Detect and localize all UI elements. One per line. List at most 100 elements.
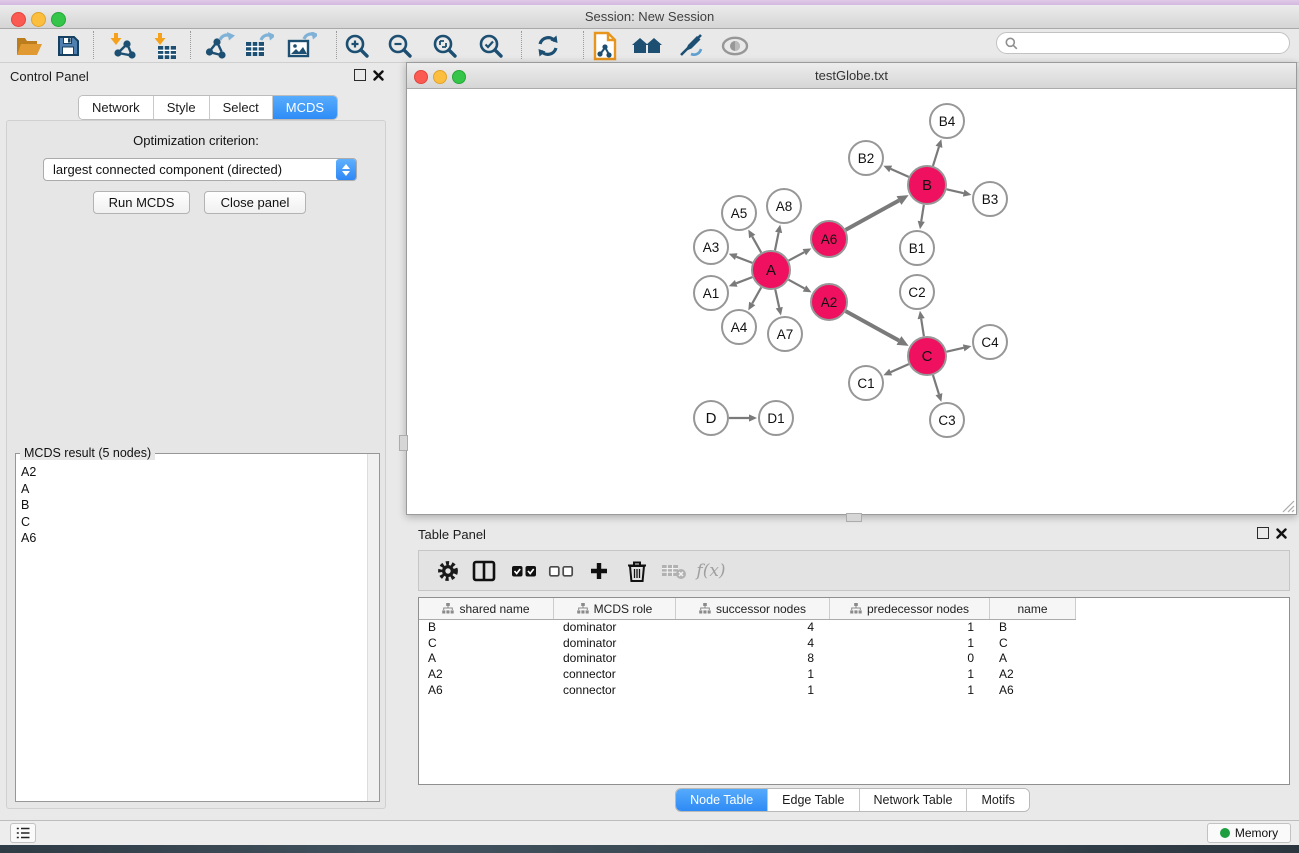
table-settings-gear-icon[interactable]	[432, 556, 464, 586]
graph-node-D1[interactable]: D1	[759, 401, 793, 435]
table-cell[interactable]: 1	[830, 620, 990, 634]
graph-node-A7[interactable]: A7	[768, 317, 802, 351]
table-cell[interactable]: connector	[554, 683, 676, 697]
cybrowser-home-icon[interactable]	[631, 31, 663, 61]
hide-annotations-icon[interactable]	[675, 31, 707, 61]
vertical-splitter-handle[interactable]	[399, 435, 408, 451]
table-cell[interactable]: C	[990, 636, 1076, 650]
graph-node-A6[interactable]: A6	[811, 221, 847, 257]
table-row[interactable]: Bdominator41B	[419, 619, 1289, 635]
memory-button[interactable]: Memory	[1207, 823, 1291, 843]
close-table-panel-icon[interactable]	[1276, 528, 1287, 539]
float-table-panel-icon[interactable]	[1257, 527, 1269, 539]
graph-node-A1[interactable]: A1	[694, 276, 728, 310]
graph-node-A3[interactable]: A3	[694, 230, 728, 264]
table-row[interactable]: A2connector11A2	[419, 666, 1289, 682]
new-network-from-selection-icon[interactable]	[589, 31, 621, 61]
delete-column-icon[interactable]	[621, 556, 653, 586]
graph-node-A[interactable]: A	[752, 251, 790, 289]
result-item[interactable]: A	[21, 481, 368, 498]
table-cell[interactable]: dominator	[554, 620, 676, 634]
table-cell[interactable]: dominator	[554, 636, 676, 650]
tab-motifs[interactable]: Motifs	[967, 789, 1028, 811]
deselect-all-rows-icon[interactable]	[545, 556, 577, 586]
table-cell[interactable]: A2	[419, 667, 554, 681]
search-input[interactable]	[1023, 35, 1289, 51]
graph-node-D[interactable]: D	[694, 401, 728, 435]
zoom-fit-icon[interactable]	[429, 31, 461, 61]
tab-network[interactable]: Network	[79, 96, 154, 119]
network-window-titlebar[interactable]: testGlobe.txt	[407, 63, 1296, 89]
edge-A-A5[interactable]	[752, 237, 761, 253]
edge-A2-C[interactable]	[846, 311, 899, 340]
table-row[interactable]: A6connector11A6	[419, 682, 1289, 698]
window-resize-grip[interactable]	[1282, 500, 1295, 513]
table-cell[interactable]: 8	[676, 651, 830, 665]
graph-node-A4[interactable]: A4	[722, 310, 756, 344]
graph-node-C[interactable]: C	[908, 337, 946, 375]
column-header-predecessor-nodes[interactable]: predecessor nodes	[830, 598, 990, 619]
tab-select[interactable]: Select	[210, 96, 273, 119]
table-cell[interactable]: C	[419, 636, 554, 650]
table-cell[interactable]: B	[990, 620, 1076, 634]
graph-node-B4[interactable]: B4	[930, 104, 964, 138]
table-cell[interactable]: dominator	[554, 651, 676, 665]
import-table-icon[interactable]	[149, 31, 181, 61]
edge-C-C2[interactable]	[921, 319, 924, 337]
tab-style[interactable]: Style	[154, 96, 210, 119]
table-cell[interactable]: B	[419, 620, 554, 634]
zoom-out-icon[interactable]	[384, 31, 416, 61]
refresh-network-view-icon[interactable]	[532, 31, 564, 61]
table-cell[interactable]: A	[990, 651, 1076, 665]
table-cell[interactable]: 1	[830, 636, 990, 650]
criterion-dropdown[interactable]: largest connected component (directed)	[43, 158, 357, 181]
graph-node-A5[interactable]: A5	[722, 196, 756, 230]
result-item[interactable]: A2	[21, 464, 368, 481]
tab-network-table[interactable]: Network Table	[860, 789, 968, 811]
network-canvas[interactable]: B4B2BB3A5A8A6A3B1AA1C2A2A4A7C4CC1C3DD1	[407, 89, 1296, 514]
table-row[interactable]: Adominator80A	[419, 650, 1289, 666]
export-image-icon[interactable]	[286, 31, 318, 61]
table-cell[interactable]: 0	[830, 651, 990, 665]
result-item[interactable]: B	[21, 497, 368, 514]
result-item[interactable]: A6	[21, 530, 368, 547]
edge-A-A4[interactable]	[752, 287, 761, 303]
column-header-shared-name[interactable]: shared name	[419, 598, 554, 619]
edge-B-B3[interactable]	[947, 189, 964, 193]
graph-node-A2[interactable]: A2	[811, 284, 847, 320]
edge-A-A7[interactable]	[775, 290, 779, 308]
tab-edge-table[interactable]: Edge Table	[768, 789, 859, 811]
tab-node-table[interactable]: Node Table	[676, 789, 768, 811]
table-cell[interactable]: 4	[676, 636, 830, 650]
show-graphics-details-icon[interactable]	[719, 31, 751, 61]
edge-A-A6[interactable]	[789, 252, 805, 260]
table-cell[interactable]: 1	[676, 667, 830, 681]
function-builder-icon[interactable]: f(x)	[695, 556, 727, 586]
table-cell[interactable]: A6	[419, 683, 554, 697]
search-field[interactable]	[996, 32, 1290, 54]
graph-node-B[interactable]: B	[908, 166, 946, 204]
table-cell[interactable]: 1	[676, 683, 830, 697]
open-session-icon[interactable]	[13, 31, 45, 61]
edge-B-B2[interactable]	[891, 169, 909, 177]
graph-node-C2[interactable]: C2	[900, 275, 934, 309]
table-row[interactable]: Cdominator41C	[419, 635, 1289, 651]
table-cell[interactable]: A6	[990, 683, 1076, 697]
edge-C-C1[interactable]	[891, 364, 909, 372]
save-session-icon[interactable]	[52, 31, 84, 61]
result-scrollbar[interactable]	[367, 454, 379, 801]
select-all-rows-icon[interactable]	[508, 556, 540, 586]
table-cell[interactable]: A2	[990, 667, 1076, 681]
add-column-icon[interactable]	[583, 556, 615, 586]
edge-A-A3[interactable]	[736, 257, 752, 263]
table-cell[interactable]: connector	[554, 667, 676, 681]
graph-node-C1[interactable]: C1	[849, 366, 883, 400]
graph-node-A8[interactable]: A8	[767, 189, 801, 223]
tab-mcds[interactable]: MCDS	[273, 96, 337, 119]
edge-A-A1[interactable]	[736, 277, 752, 283]
edge-C-C3[interactable]	[933, 375, 939, 394]
zoom-selected-icon[interactable]	[475, 31, 507, 61]
column-header-successor-nodes[interactable]: successor nodes	[676, 598, 830, 619]
close-panel-icon[interactable]	[373, 70, 384, 81]
table-cell[interactable]: 1	[830, 667, 990, 681]
